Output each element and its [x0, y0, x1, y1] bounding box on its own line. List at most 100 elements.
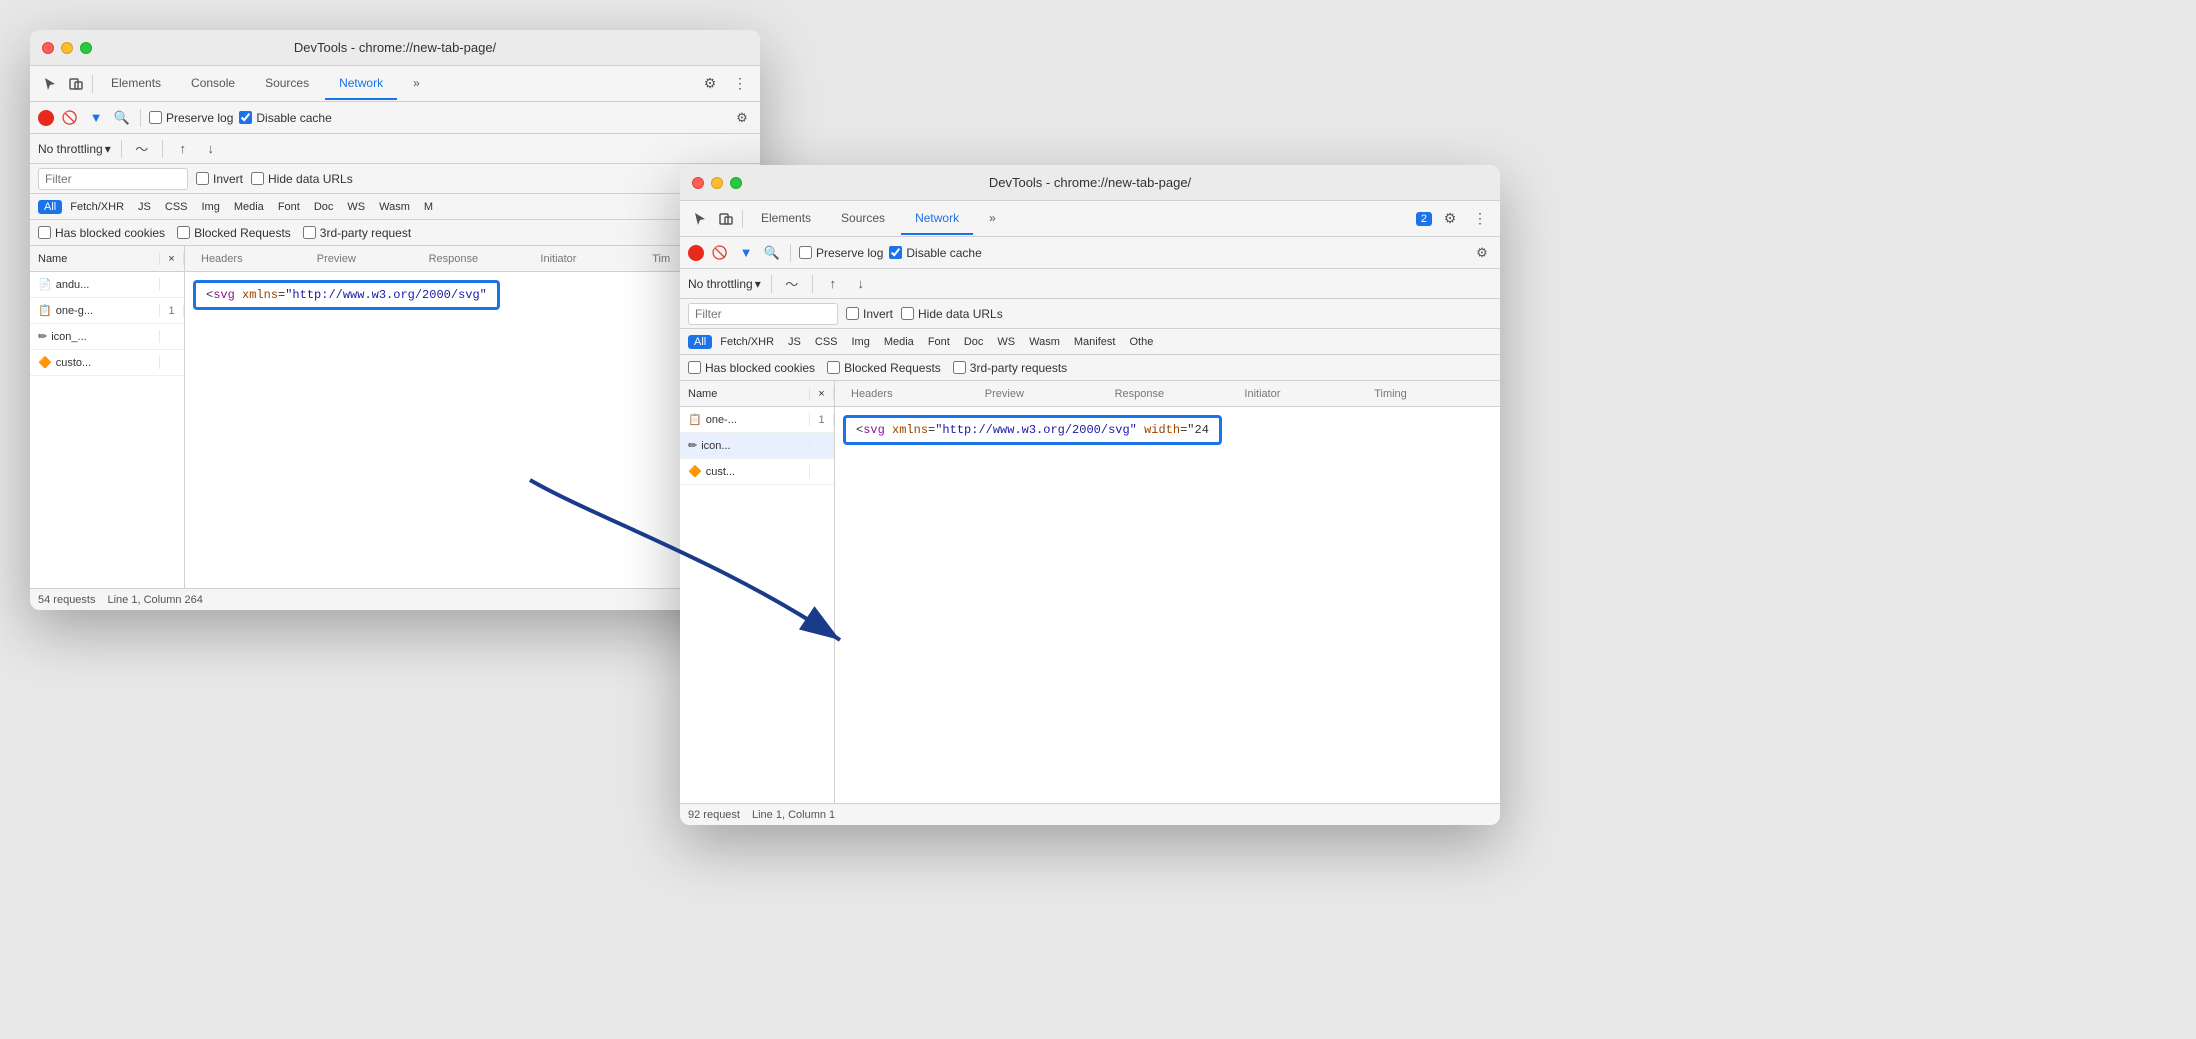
tab-console-1[interactable]: Console — [177, 68, 249, 100]
tab-more-1[interactable]: » — [399, 68, 434, 100]
minimize-button-1[interactable] — [61, 42, 73, 54]
preserve-log-checkbox-2[interactable] — [799, 246, 812, 259]
maximize-button-2[interactable] — [730, 177, 742, 189]
settings-icon-1[interactable]: ⚙ — [732, 108, 752, 128]
preserve-log-label-2[interactable]: Preserve log — [799, 246, 883, 260]
type-img-1[interactable]: Img — [196, 200, 226, 214]
close-button-2[interactable] — [692, 177, 704, 189]
device-toggle[interactable] — [64, 72, 88, 96]
type-fetch-2[interactable]: Fetch/XHR — [714, 335, 780, 349]
type-m-1[interactable]: M — [418, 200, 439, 214]
type-font-2[interactable]: Font — [922, 335, 956, 349]
type-doc-2[interactable]: Doc — [958, 335, 990, 349]
type-ws-2[interactable]: WS — [991, 335, 1021, 349]
preserve-log-checkbox-1[interactable] — [149, 111, 162, 124]
maximize-button-1[interactable] — [80, 42, 92, 54]
filter-input-1[interactable] — [38, 168, 188, 190]
filter-icon-2[interactable]: ▼ — [736, 243, 756, 263]
has-blocked-label-2[interactable]: Has blocked cookies — [688, 361, 815, 375]
has-blocked-label-1[interactable]: Has blocked cookies — [38, 226, 165, 240]
filter-icon-1[interactable]: ▼ — [86, 108, 106, 128]
type-css-1[interactable]: CSS — [159, 200, 194, 214]
tab-sources-1[interactable]: Sources — [251, 68, 323, 100]
record-button-2[interactable] — [688, 245, 704, 261]
blocked-req-label-2[interactable]: Blocked Requests — [827, 361, 941, 375]
hide-data-checkbox-2[interactable] — [901, 307, 914, 320]
tab-network-2[interactable]: Network — [901, 203, 973, 235]
type-fetch-1[interactable]: Fetch/XHR — [64, 200, 130, 214]
third-party-checkbox-1[interactable] — [303, 226, 316, 239]
more-icon-1[interactable]: ⋮ — [728, 72, 752, 96]
record-button-1[interactable] — [38, 110, 54, 126]
download-icon-2[interactable]: ↓ — [851, 274, 871, 294]
upload-icon-1[interactable]: ↑ — [173, 139, 193, 159]
cursor-tool[interactable] — [38, 72, 62, 96]
download-icon-1[interactable]: ↓ — [201, 139, 221, 159]
tab-network-1[interactable]: Network — [325, 68, 397, 100]
third-party-checkbox-2[interactable] — [953, 361, 966, 374]
search-icon-2[interactable]: 🔍 — [762, 243, 782, 263]
hide-data-label-1[interactable]: Hide data URLs — [251, 172, 353, 186]
filter-input-2[interactable] — [688, 303, 838, 325]
tab-elements-1[interactable]: Elements — [97, 68, 175, 100]
close-button-1[interactable] — [42, 42, 54, 54]
stop-icon-2[interactable]: 🚫 — [710, 243, 730, 263]
type-all-1[interactable]: All — [38, 200, 62, 214]
more-icon-2[interactable]: ⋮ — [1468, 207, 1492, 231]
type-media-1[interactable]: Media — [228, 200, 270, 214]
table-row[interactable]: ✏ icon... — [680, 433, 834, 459]
hide-data-checkbox-1[interactable] — [251, 172, 264, 185]
disable-cache-label-1[interactable]: Disable cache — [239, 111, 331, 125]
has-blocked-checkbox-2[interactable] — [688, 361, 701, 374]
tab-sources-2[interactable]: Sources — [827, 203, 899, 235]
blocked-req-label-1[interactable]: Blocked Requests — [177, 226, 291, 240]
disable-cache-checkbox-2[interactable] — [889, 246, 902, 259]
settings-icon-2[interactable]: ⚙ — [1472, 243, 1492, 263]
disable-cache-checkbox-1[interactable] — [239, 111, 252, 124]
device-toggle-2[interactable] — [714, 207, 738, 231]
type-css-2[interactable]: CSS — [809, 335, 844, 349]
invert-label-1[interactable]: Invert — [196, 172, 243, 186]
wifi-icon-1[interactable]: 〜 — [132, 139, 152, 159]
table-row[interactable]: 📋 one-g... 1 — [30, 298, 184, 324]
type-other-2[interactable]: Othe — [1123, 335, 1159, 349]
throttle-select-1[interactable]: No throttling ▾ — [38, 142, 111, 156]
gear-icon-1[interactable]: ⚙ — [698, 72, 722, 96]
table-row[interactable]: 📋 one-... 1 — [680, 407, 834, 433]
type-wasm-2[interactable]: Wasm — [1023, 335, 1066, 349]
type-manifest-2[interactable]: Manifest — [1068, 335, 1122, 349]
third-party-label-2[interactable]: 3rd-party requests — [953, 361, 1067, 375]
minimize-button-2[interactable] — [711, 177, 723, 189]
upload-icon-2[interactable]: ↑ — [823, 274, 843, 294]
type-img-2[interactable]: Img — [846, 335, 876, 349]
tab-elements-2[interactable]: Elements — [747, 203, 825, 235]
type-font-1[interactable]: Font — [272, 200, 306, 214]
table-row[interactable]: 📄 andu... — [30, 272, 184, 298]
type-all-2[interactable]: All — [688, 335, 712, 349]
invert-label-2[interactable]: Invert — [846, 307, 893, 321]
disable-cache-label-2[interactable]: Disable cache — [889, 246, 981, 260]
hide-data-label-2[interactable]: Hide data URLs — [901, 307, 1003, 321]
gear-icon-2[interactable]: ⚙ — [1438, 207, 1462, 231]
type-ws-1[interactable]: WS — [341, 200, 371, 214]
blocked-req-checkbox-1[interactable] — [177, 226, 190, 239]
type-wasm-1[interactable]: Wasm — [373, 200, 416, 214]
type-js-1[interactable]: JS — [132, 200, 157, 214]
tab-more-2[interactable]: » — [975, 203, 1010, 235]
third-party-label-1[interactable]: 3rd-party request — [303, 226, 411, 240]
table-row[interactable]: 🔶 cust... — [680, 459, 834, 485]
preserve-log-label-1[interactable]: Preserve log — [149, 111, 233, 125]
wifi-icon-2[interactable]: 〜 — [782, 274, 802, 294]
table-row[interactable]: 🔶 custo... — [30, 350, 184, 376]
search-icon-1[interactable]: 🔍 — [112, 108, 132, 128]
type-doc-1[interactable]: Doc — [308, 200, 340, 214]
throttle-select-2[interactable]: No throttling ▾ — [688, 277, 761, 291]
type-js-2[interactable]: JS — [782, 335, 807, 349]
blocked-req-checkbox-2[interactable] — [827, 361, 840, 374]
invert-checkbox-1[interactable] — [196, 172, 209, 185]
table-row[interactable]: ✏ icon_... — [30, 324, 184, 350]
stop-icon-1[interactable]: 🚫 — [60, 108, 80, 128]
has-blocked-checkbox-1[interactable] — [38, 226, 51, 239]
type-media-2[interactable]: Media — [878, 335, 920, 349]
cursor-tool-2[interactable] — [688, 207, 712, 231]
